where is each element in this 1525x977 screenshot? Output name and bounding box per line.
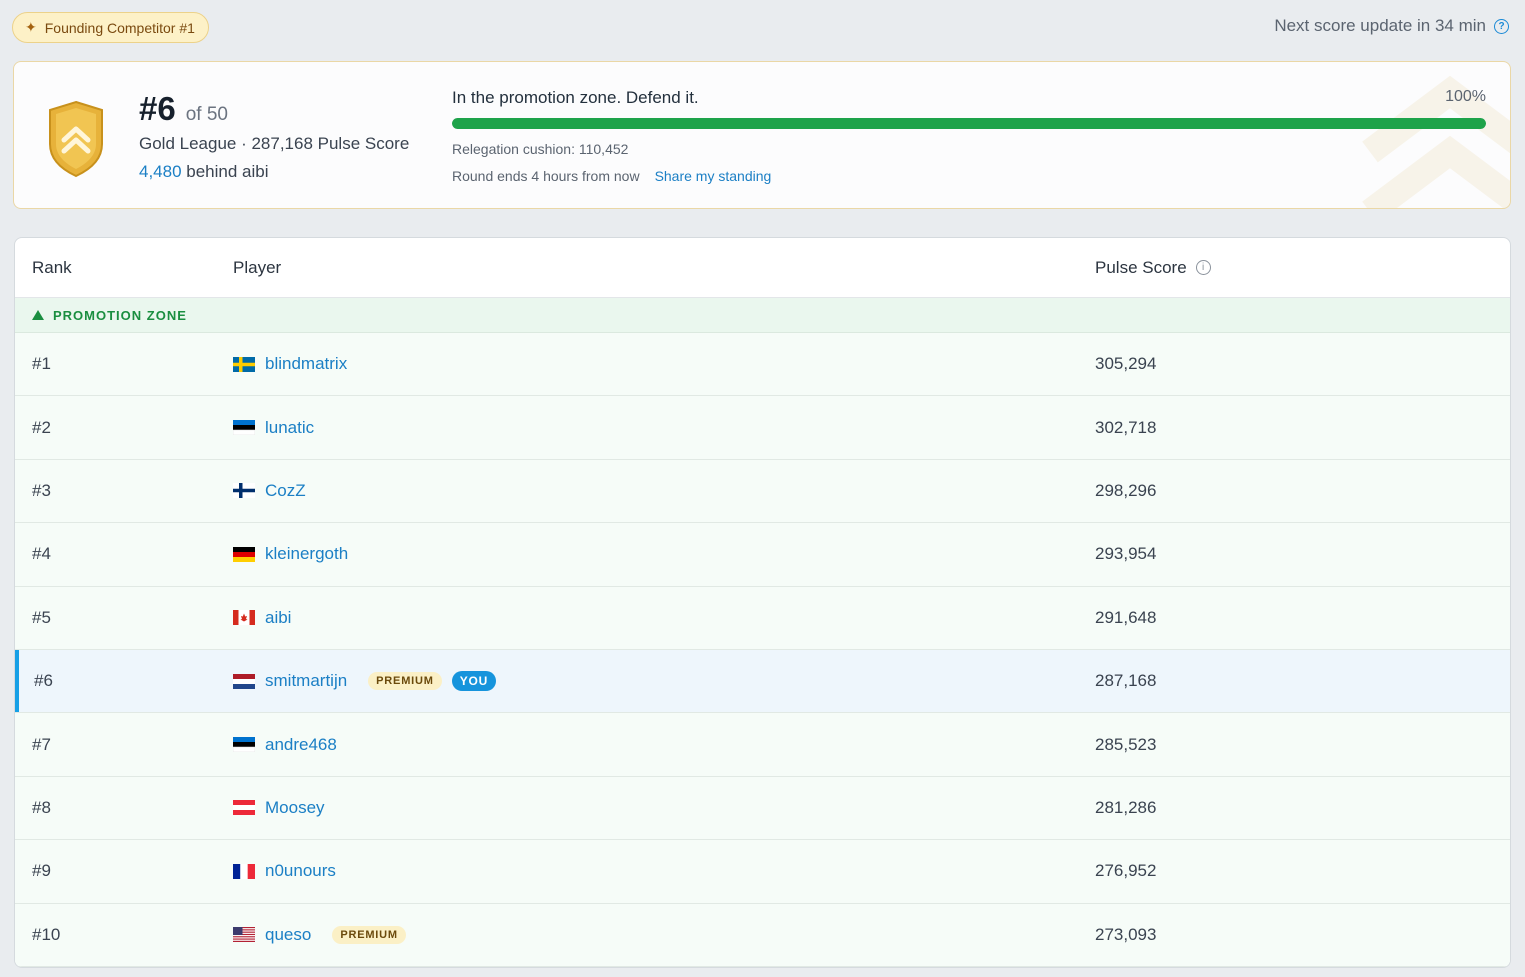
player-name-link[interactable]: kleinergoth xyxy=(265,544,348,564)
row-player: kleinergoth xyxy=(233,544,348,564)
player-name-link[interactable]: n0unours xyxy=(265,861,336,881)
triangle-up-icon xyxy=(32,310,44,320)
row-score: 287,168 xyxy=(1095,671,1157,691)
table-header: Rank Player Pulse Score i xyxy=(15,238,1510,298)
sparkle-icon: ✦ xyxy=(25,19,37,35)
player-name-link[interactable]: queso xyxy=(265,925,311,945)
current-rank: #6 xyxy=(139,90,176,127)
player-name-link[interactable]: smitmartijn xyxy=(265,671,347,691)
flag-us-icon xyxy=(233,927,255,943)
player-name-link[interactable]: Moosey xyxy=(265,798,325,818)
points-behind-value: 4,480 xyxy=(139,162,182,181)
share-standing-link[interactable]: Share my standing xyxy=(655,168,772,184)
row-rank: #5 xyxy=(32,607,51,627)
table-row[interactable]: #10 queso PREMIUM 273,093 xyxy=(15,903,1510,967)
flag-fi-icon xyxy=(233,483,255,499)
leaderboard-table: Rank Player Pulse Score i PROMOTION ZONE… xyxy=(14,237,1511,968)
flag-se-icon xyxy=(233,356,255,372)
row-score: 281,286 xyxy=(1095,797,1157,817)
row-score: 293,954 xyxy=(1095,544,1157,564)
table-body: #1 blindmatrix 305,294 #2 lunatic 302,718 #3 Co… xyxy=(15,333,1510,967)
flag-nl-icon xyxy=(233,673,255,689)
promotion-zone-divider: PROMOTION ZONE xyxy=(15,298,1510,333)
row-rank: #2 xyxy=(32,417,51,437)
table-row[interactable]: #2 lunatic 302,718 xyxy=(15,396,1510,460)
table-row[interactable]: #8 Moosey 281,286 xyxy=(15,776,1510,841)
promotion-zone-label: PROMOTION ZONE xyxy=(53,307,187,323)
row-score: 273,093 xyxy=(1095,924,1157,944)
zone-message: In the promotion zone. Defend it. xyxy=(452,88,699,107)
flag-at-icon xyxy=(233,800,255,816)
row-rank: #3 xyxy=(32,480,51,500)
row-player: Moosey xyxy=(233,798,325,818)
founding-competitor-badge[interactable]: ✦ Founding Competitor #1 xyxy=(12,12,209,43)
row-score: 276,952 xyxy=(1095,861,1157,881)
row-score: 302,718 xyxy=(1095,417,1157,437)
points-behind: 4,480 behind aibi xyxy=(139,162,409,182)
you-badge: YOU xyxy=(451,671,497,692)
premium-badge: PREMIUM xyxy=(368,672,442,691)
points-behind-label: behind aibi xyxy=(181,162,269,181)
progress-bar xyxy=(452,118,1486,129)
row-player: queso PREMIUM xyxy=(233,925,406,945)
row-score: 305,294 xyxy=(1095,354,1157,374)
table-row[interactable]: #5 aibi 291,648 xyxy=(15,586,1510,650)
progress-percent: 100% xyxy=(1445,88,1486,105)
header-player[interactable]: Player xyxy=(233,258,281,278)
player-name-link[interactable]: blindmatrix xyxy=(265,354,347,374)
table-row[interactable]: #6 smitmartijn PREMIUM YOU 287,168 xyxy=(15,649,1510,714)
founding-competitor-label: Founding Competitor #1 xyxy=(44,19,195,36)
header-score[interactable]: Pulse Score i xyxy=(1095,258,1211,278)
row-player: CozZ xyxy=(233,481,306,501)
player-name-link[interactable]: CozZ xyxy=(265,481,306,501)
row-player: aibi xyxy=(233,608,291,628)
flag-de-icon xyxy=(233,546,255,562)
row-player: andre468 xyxy=(233,735,337,755)
progress-bar-fill xyxy=(452,118,1486,129)
round-ends: Round ends 4 hours from now xyxy=(452,168,640,184)
row-rank: #9 xyxy=(32,861,51,881)
table-row[interactable]: #7 andre468 285,523 xyxy=(15,713,1510,777)
player-name-link[interactable]: andre468 xyxy=(265,735,337,755)
table-row[interactable]: #1 blindmatrix 305,294 xyxy=(15,333,1510,397)
header-score-label: Pulse Score xyxy=(1095,257,1187,277)
flag-ca-icon xyxy=(233,610,255,626)
flag-ee-icon xyxy=(233,420,255,436)
row-rank: #4 xyxy=(32,544,51,564)
player-name-link[interactable]: aibi xyxy=(265,608,291,628)
table-row[interactable]: #4 kleinergoth 293,954 xyxy=(15,523,1510,587)
relegation-cushion: Relegation cushion: 110,452 xyxy=(452,141,629,157)
flag-ee-icon xyxy=(233,737,255,753)
rank-summary: #6 of 50 Gold League · 287,168 Pulse Sco… xyxy=(139,90,409,182)
row-rank: #8 xyxy=(32,797,51,817)
help-icon[interactable]: ? xyxy=(1494,18,1509,34)
rank-total: of 50 xyxy=(185,104,228,125)
zone-progress: In the promotion zone. Defend it. 100% R… xyxy=(452,88,1486,184)
premium-badge: PREMIUM xyxy=(332,925,406,944)
row-player: lunatic xyxy=(233,418,314,438)
header-rank[interactable]: Rank xyxy=(32,258,72,278)
gold-league-shield-icon xyxy=(49,100,103,178)
row-player: n0unours xyxy=(233,861,336,881)
row-player: smitmartijn PREMIUM YOU xyxy=(233,671,497,692)
info-icon[interactable]: i xyxy=(1195,260,1211,275)
row-score: 291,648 xyxy=(1095,607,1157,627)
row-player: blindmatrix xyxy=(233,354,347,374)
league-score-line: Gold League · 287,168 Pulse Score xyxy=(139,134,410,153)
row-score: 298,296 xyxy=(1095,480,1157,500)
next-update-indicator: Next score update in 34 min ? xyxy=(1274,16,1509,36)
row-rank: #10 xyxy=(32,924,61,944)
next-update-text: Next score update in 34 min xyxy=(1274,16,1486,35)
row-rank: #7 xyxy=(32,734,51,754)
standing-card: #6 of 50 Gold League · 287,168 Pulse Sco… xyxy=(13,61,1511,209)
row-rank: #6 xyxy=(34,671,53,691)
table-row[interactable]: #9 n0unours 276,952 xyxy=(15,840,1510,904)
player-name-link[interactable]: lunatic xyxy=(265,418,314,438)
row-score: 285,523 xyxy=(1095,734,1157,754)
row-rank: #1 xyxy=(32,354,51,374)
table-row[interactable]: #3 CozZ 298,296 xyxy=(15,459,1510,524)
flag-fr-icon xyxy=(233,863,255,879)
